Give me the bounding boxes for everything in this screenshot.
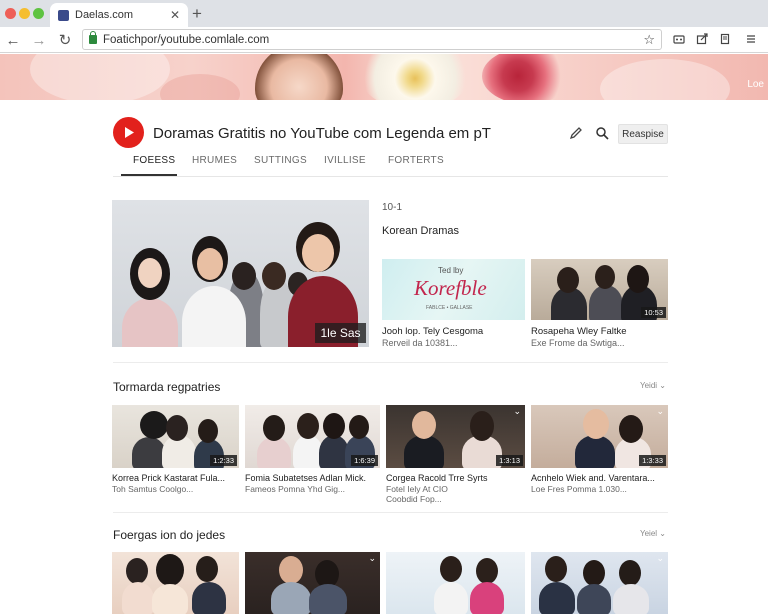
thumb-logo-text: Korefble bbox=[414, 276, 487, 300]
banner-roses bbox=[482, 54, 572, 100]
chevron-down-icon: ⌄ bbox=[659, 381, 666, 390]
side-video-thumbnail[interactable]: 10:53 bbox=[531, 259, 668, 320]
forward-arrow-icon[interactable]: → bbox=[29, 30, 49, 50]
tab-about[interactable]: FORTERTS bbox=[388, 155, 444, 166]
extension-cast-icon[interactable] bbox=[672, 32, 686, 46]
browser-toolbar: ← → ↻ Foatichpor/youtube.comlale.com ☆ bbox=[0, 27, 768, 53]
section-title: Foergas ion do jedes bbox=[113, 528, 226, 542]
view-all-label: Yeiel bbox=[640, 529, 658, 538]
video-card-title[interactable]: Fomia Subatetses Adlan Mick. bbox=[245, 473, 366, 483]
duration-badge: 1:2:33 bbox=[210, 455, 237, 466]
duration-badge: 1:6:39 bbox=[351, 455, 378, 466]
video-card-meta: Fotel Iely At CIO bbox=[386, 484, 448, 494]
tab-videos[interactable]: HRUMES bbox=[192, 155, 237, 166]
extension-share-icon[interactable] bbox=[695, 32, 709, 46]
favicon-icon bbox=[58, 9, 69, 21]
chevron-down-icon[interactable]: ⌄ bbox=[656, 406, 664, 417]
url-text[interactable]: Foatichpor/youtube.comlale.com bbox=[103, 34, 643, 46]
duration-badge: 10:53 bbox=[641, 307, 666, 318]
duration-badge: 1:3:13 bbox=[496, 455, 523, 466]
chevron-down-icon[interactable]: ⌄ bbox=[656, 553, 664, 564]
chevron-down-icon[interactable]: ⌄ bbox=[513, 406, 521, 417]
search-icon[interactable] bbox=[593, 124, 611, 142]
featured-badge: 1le Sas bbox=[315, 323, 366, 343]
channel-banner: Loe bbox=[0, 54, 768, 100]
section-view-all[interactable]: Yeidi ⌄ bbox=[640, 381, 666, 390]
play-icon bbox=[124, 127, 134, 138]
extension-doc-icon[interactable] bbox=[718, 32, 732, 46]
video-card-meta: Toh Samtus Coolgo... bbox=[112, 484, 194, 494]
menu-icon[interactable] bbox=[744, 32, 758, 46]
video-card-title[interactable]: Acnhelo Wiek and. Varentara... bbox=[531, 473, 655, 483]
lock-icon bbox=[89, 31, 97, 44]
thumb-top-text: Ted lby bbox=[438, 266, 464, 275]
subscribe-button[interactable]: Reaspise bbox=[618, 124, 668, 144]
side-video-title[interactable]: Rosapeha Wley Faltke bbox=[531, 326, 627, 337]
side-video-meta: Rerveil da 10381... bbox=[382, 338, 458, 348]
video-card-thumbnail[interactable] bbox=[386, 552, 525, 614]
browser-tab[interactable]: Daelas.com ✕ bbox=[50, 3, 188, 27]
video-card-thumbnail[interactable]: 1:6:39 bbox=[245, 405, 380, 468]
video-card-meta: Coobdid Fop... bbox=[386, 494, 442, 504]
section-title: Tormarda regpatries bbox=[113, 380, 221, 394]
banner-text: Loe bbox=[747, 79, 764, 90]
side-video-title[interactable]: Jooh lop. Tely Cesgoma bbox=[382, 326, 483, 337]
video-card-thumbnail[interactable]: ⌄ bbox=[245, 552, 380, 614]
tab-title: Daelas.com bbox=[75, 9, 134, 21]
tab-home[interactable]: FOEESS bbox=[133, 155, 175, 166]
channel-title: Doramas Gratitis no YouTube com Legenda … bbox=[153, 125, 491, 142]
reload-icon[interactable]: ↻ bbox=[55, 30, 75, 50]
video-card-thumbnail[interactable]: 1:2:33 bbox=[112, 405, 239, 468]
video-card-thumbnail[interactable]: ⌄ 1:3:33 bbox=[531, 405, 668, 468]
back-arrow-icon[interactable]: ← bbox=[3, 30, 23, 50]
tab-playlists[interactable]: SUTTINGS bbox=[254, 155, 307, 166]
video-card-meta: Fameos Pomna Yhd Gig... bbox=[245, 484, 346, 494]
section-divider bbox=[113, 512, 668, 513]
video-card-meta: Loe Fres Pomma 1.030... bbox=[531, 484, 627, 494]
side-video-meta: Exe Frome da Swtiga... bbox=[531, 338, 625, 348]
video-card-thumbnail[interactable] bbox=[112, 552, 239, 614]
tab-close-icon[interactable]: ✕ bbox=[170, 8, 180, 22]
section-view-all[interactable]: Yeiel ⌄ bbox=[640, 529, 666, 538]
minimize-window-dot[interactable] bbox=[19, 8, 30, 19]
banner-flower bbox=[360, 54, 470, 100]
pencil-icon[interactable] bbox=[567, 124, 585, 142]
channel-logo[interactable] bbox=[113, 117, 144, 148]
view-all-label: Yeidi bbox=[640, 381, 658, 390]
star-icon[interactable]: ☆ bbox=[643, 32, 655, 48]
duration-badge: 1:3:33 bbox=[639, 455, 666, 466]
chevron-down-icon[interactable]: ⌄ bbox=[368, 553, 376, 564]
tab-community[interactable]: IVILLISE bbox=[324, 155, 366, 166]
browser-tab-bar: Daelas.com ✕ + bbox=[0, 0, 768, 27]
chevron-down-icon: ⌄ bbox=[659, 529, 666, 538]
address-bar[interactable]: Foatichpor/youtube.comlale.com ☆ bbox=[82, 29, 662, 50]
header-divider bbox=[113, 176, 668, 177]
featured-count: 10-1 bbox=[382, 202, 403, 213]
featured-side-title: Korean Dramas bbox=[382, 225, 460, 237]
video-card-thumbnail[interactable]: ⌄ 1:3:13 bbox=[386, 405, 525, 468]
thumb-small-text: FABLCE • GALLASE bbox=[426, 305, 473, 311]
section-divider bbox=[113, 362, 668, 363]
video-card-title[interactable]: Korrea Prick Kastarat Fula... bbox=[112, 473, 225, 483]
side-video-thumbnail[interactable]: Ted lby Korefble FABLCE • GALLASE bbox=[382, 259, 525, 320]
video-card-title[interactable]: Corgea Racold Trre Syrts bbox=[386, 473, 488, 483]
banner-portrait bbox=[255, 54, 343, 100]
video-card-thumbnail[interactable]: ⌄ bbox=[531, 552, 668, 614]
new-tab-button[interactable]: + bbox=[192, 4, 202, 24]
maximize-window-dot[interactable] bbox=[33, 8, 44, 19]
close-window-dot[interactable] bbox=[5, 8, 16, 19]
